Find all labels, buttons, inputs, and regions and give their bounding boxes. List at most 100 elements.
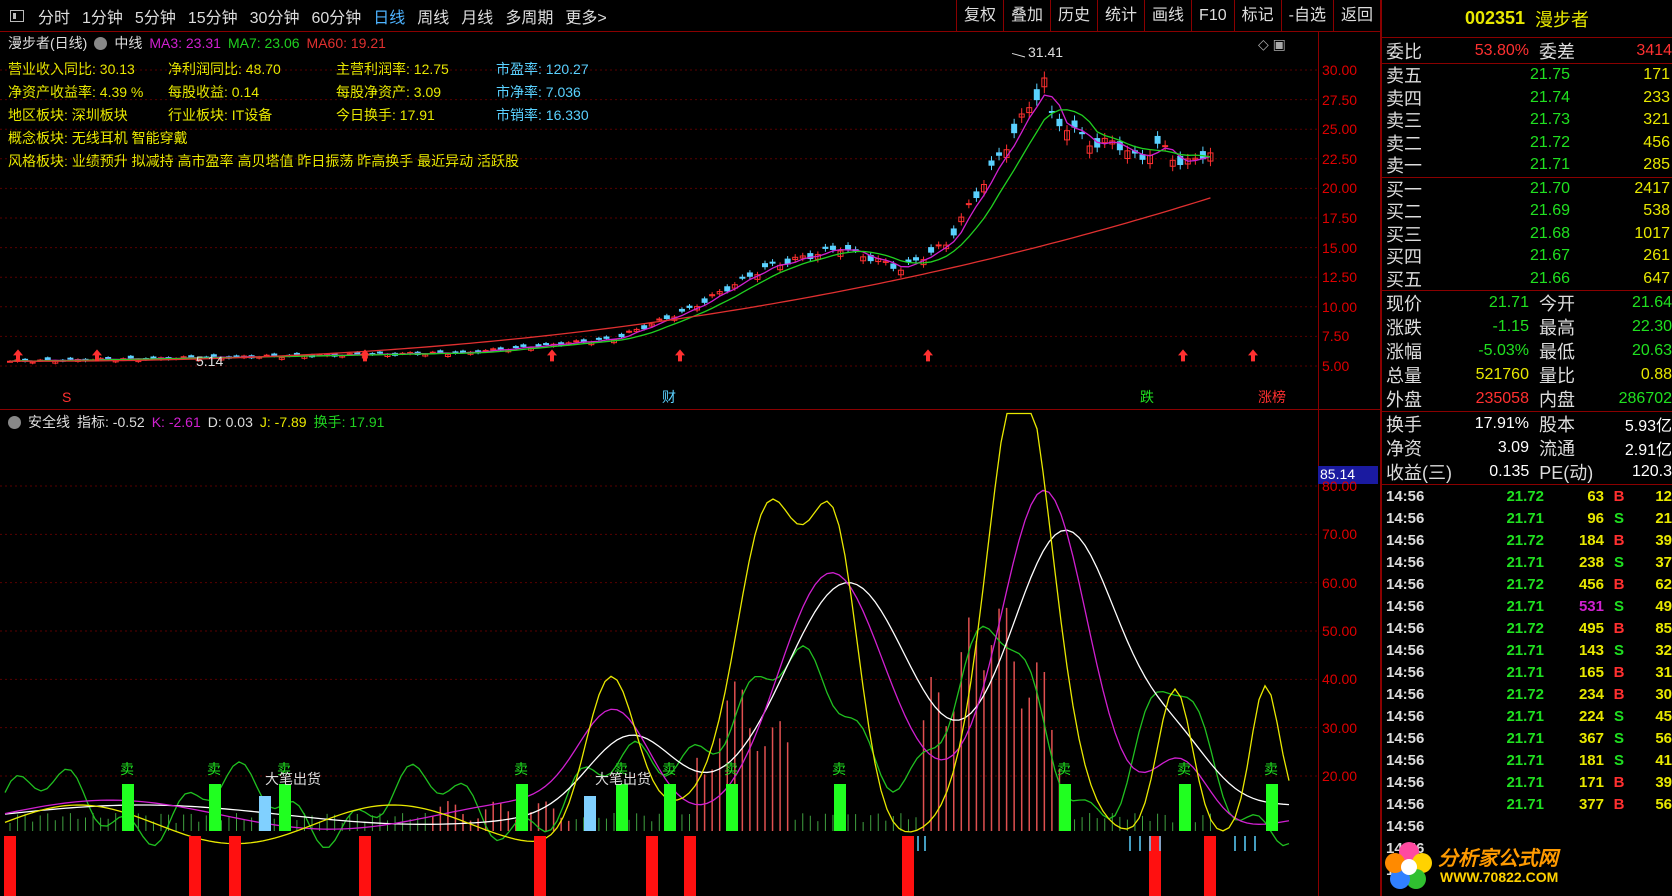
stat-value-2: 22.30 <box>1631 318 1672 335</box>
tick-qty: 224 <box>1578 707 1604 725</box>
tick-row: 14:56 21.72 184 B 39 <box>1382 529 1672 551</box>
stat-value: 0.135 <box>1489 463 1530 480</box>
stat-label-2: 股本 <box>1538 415 1575 435</box>
sell-signal-bar <box>1179 784 1191 831</box>
period-tab-6[interactable]: 日线 <box>367 4 411 28</box>
stat-label: 总量 <box>1386 366 1422 386</box>
panel-toggle-icon[interactable] <box>10 9 24 22</box>
period-tab-7[interactable]: 周线 <box>411 4 455 28</box>
period-tab-9[interactable]: 多周期 <box>499 4 559 28</box>
tick-price: 21.72 <box>1506 619 1544 637</box>
candle-body <box>641 325 648 330</box>
tick-qty: 171 <box>1578 773 1604 791</box>
tick-time: 14:56 <box>1386 531 1425 549</box>
tick-price: 21.71 <box>1506 751 1544 769</box>
tick-row: 14:56 21.71 171 B 39 <box>1382 771 1672 793</box>
watermark-title: 分析家公式网 <box>1438 848 1558 870</box>
tick-count: 39 <box>1655 531 1672 549</box>
buy-signal-bar <box>189 836 201 896</box>
kline-panel[interactable]: 漫步者(日线) 中线 MA3: 23.31 MA7: 23.06 MA60: 1… <box>0 32 1380 410</box>
candle-body <box>573 340 580 343</box>
tick-qty: 165 <box>1578 663 1604 681</box>
period-tab-10[interactable]: 更多> <box>559 4 612 28</box>
quote-panel: 002351 漫步者 委比 53.80% 委差 3414 卖五 21.75 171 卖… <box>1380 0 1672 896</box>
period-tab-3[interactable]: 15分钟 <box>182 4 244 28</box>
candle-body <box>376 351 383 354</box>
level-qty: 233 <box>1643 88 1670 106</box>
weicha-value: 3414 <box>1636 41 1672 59</box>
period-tab-0[interactable]: 分时 <box>32 4 76 28</box>
candle-body <box>460 350 466 353</box>
candle-body <box>1154 135 1161 144</box>
tool-button-5[interactable]: F10 <box>1191 0 1234 32</box>
period-tab-1[interactable]: 1分钟 <box>76 4 129 28</box>
tick-price: 21.71 <box>1506 553 1544 571</box>
kline-chart[interactable]: 31.41 5.14 S 财 跌 涨榜 <box>0 32 1318 410</box>
tool-button-4[interactable]: 画线 <box>1144 0 1191 32</box>
tick-row: 14:56 21.72 495 B 85 <box>1382 617 1672 639</box>
candle-body <box>293 352 300 356</box>
stat-value-2: 21.64 <box>1631 294 1672 311</box>
tick-count: 49 <box>1655 597 1672 615</box>
weibi-value: 53.80% <box>1474 41 1529 59</box>
quote-stats: 现价 21.71 今开 21.64 涨跌 -1.15 最高 22.30 涨幅 -5.03% 最低 20… <box>1382 291 1672 412</box>
tick-side: S <box>1613 729 1624 747</box>
stat-label: 换手 <box>1386 415 1422 435</box>
tick-price: 21.71 <box>1506 663 1544 681</box>
indicator-y-tick: 80.00 <box>1322 478 1358 494</box>
candle-body <box>973 191 980 199</box>
quote-row: 涨幅 -5.03% 最低 20.63 <box>1382 339 1672 363</box>
tick-price: 21.71 <box>1506 641 1544 659</box>
sell-signal-bar <box>726 784 738 831</box>
tick-side: S <box>1613 641 1624 659</box>
level-price: 21.75 <box>1529 66 1570 84</box>
candle-body <box>1162 145 1169 148</box>
period-tab-2[interactable]: 5分钟 <box>129 4 182 28</box>
period-tab-4[interactable]: 30分钟 <box>244 4 306 28</box>
candle-body <box>520 344 527 347</box>
sell-signal-bar <box>209 784 221 831</box>
quote-row: 外盘 235058 内盘 286702 <box>1382 387 1672 411</box>
stat-label: 涨幅 <box>1386 342 1422 362</box>
tool-button-0[interactable]: 复权 <box>955 0 1003 32</box>
stock-name: 漫步者 <box>1535 9 1590 30</box>
tool-button-6[interactable]: 标记 <box>1233 0 1281 32</box>
stat-value-2: 2.91亿 <box>1624 442 1672 459</box>
chart-area[interactable]: 漫步者(日线) 中线 MA3: 23.31 MA7: 23.06 MA60: 1… <box>0 32 1380 896</box>
stat-value: -5.03% <box>1478 342 1529 359</box>
tool-button-2[interactable]: 历史 <box>1050 0 1097 32</box>
candle-body <box>67 357 74 360</box>
candle-body <box>686 305 693 308</box>
stat-value: 3.09 <box>1497 439 1529 456</box>
period-tab-5[interactable]: 60分钟 <box>305 4 367 28</box>
period-tab-8[interactable]: 月线 <box>455 4 499 28</box>
tick-count: 56 <box>1655 795 1672 813</box>
asks-row: 卖二 21.72 456 <box>1382 132 1672 155</box>
tick-side: B <box>1613 531 1625 549</box>
ask-book: 卖五 21.75 171 卖四 21.74 233 卖三 21.73 321 卖二 21.72 456… <box>1382 64 1672 178</box>
tool-button-8[interactable]: 返回 <box>1332 0 1380 32</box>
candle-body <box>437 350 444 354</box>
tick-side: B <box>1613 685 1625 703</box>
level-price: 21.67 <box>1529 247 1570 265</box>
sell-signal-label: 卖 <box>724 761 738 777</box>
candle-body <box>996 152 1003 156</box>
stat-value: -1.15 <box>1492 318 1529 335</box>
tick-row: 14:56 21.72 234 B 30 <box>1382 683 1672 705</box>
tick-price: 21.71 <box>1506 729 1544 747</box>
tick-qty: 495 <box>1578 619 1604 637</box>
tool-button-3[interactable]: 统计 <box>1097 0 1144 32</box>
tool-button-1[interactable]: 叠加 <box>1002 0 1050 32</box>
tick-time: 14:56 <box>1386 663 1425 681</box>
tick-time: 14:56 <box>1386 817 1425 835</box>
indicator-panel[interactable]: 安全线 指标: -0.52 K: -2.61 D: 0.03 J: -7.89 … <box>0 411 1380 896</box>
weibi-label: 委比 <box>1386 41 1422 62</box>
quote-row: 涨跌 -1.15 最高 22.30 <box>1382 315 1672 339</box>
tick-side: S <box>1613 707 1624 725</box>
tool-button-7[interactable]: -自选 <box>1280 0 1333 32</box>
level-qty: 456 <box>1643 133 1670 151</box>
indicator-chart[interactable]: 卖卖卖卖卖卖卖卖卖卖卖大笔出货 大笔出货 <box>0 411 1318 896</box>
tick-count: 41 <box>1655 751 1672 769</box>
candle-body <box>762 263 768 268</box>
tick-count: 12 <box>1655 487 1672 505</box>
